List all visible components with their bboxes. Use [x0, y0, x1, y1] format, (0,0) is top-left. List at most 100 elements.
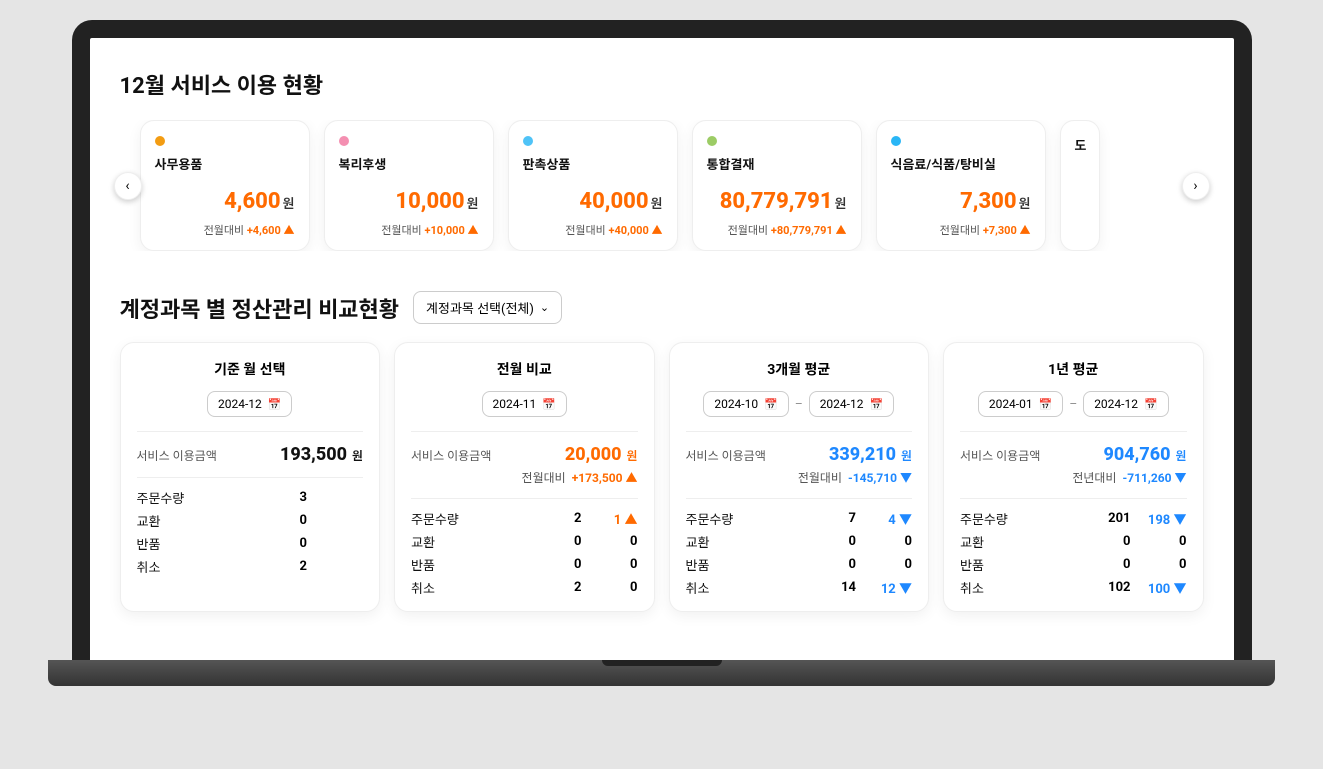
service-delta: 전월대비 +40,000 ▲: [523, 222, 663, 238]
service-card[interactable]: 판촉상품 40,000원 전월대비 +40,000 ▲: [508, 120, 678, 251]
service-name: 복리후생: [339, 154, 479, 173]
amount-label: 서비스 이용금액: [411, 447, 491, 464]
stat-delta: 4 ▼: [856, 509, 912, 528]
amount-delta: 전월대비 -145,710 ▼: [686, 469, 913, 486]
service-delta: 전월대비 +4,600 ▲: [155, 222, 295, 238]
stat-value: 0: [1085, 534, 1131, 549]
stat-delta: 0: [856, 557, 912, 572]
service-name: 통합결재: [707, 154, 847, 173]
stat-row: 주문수량 2 1 ▲: [411, 507, 638, 530]
service-card[interactable]: 식음료/식품/탕비실 7,300원 전월대비 +7,300 ▲: [876, 120, 1046, 251]
carousel-next-button[interactable]: ›: [1182, 172, 1210, 200]
stat-row: 교환 0: [137, 509, 364, 532]
service-amount: 10,000원: [339, 189, 479, 214]
comparison-card: 3개월 평균 2024-10 📅 – 2024-12 📅 서비스 이용금액 33…: [669, 342, 930, 612]
laptop-frame: 12월 서비스 이용 현황 ‹ 사무용품 4,600원 전월대비 +4,600 …: [72, 20, 1252, 686]
select-label: 계정과목 선택(전체): [426, 298, 534, 317]
stat-label: 주문수량: [137, 488, 262, 507]
stat-row: 반품 0 0: [411, 553, 638, 576]
date-picker[interactable]: 2024-12 📅: [207, 391, 292, 417]
stat-label: 취소: [960, 578, 1085, 597]
date-picker-end[interactable]: 2024-12 📅: [1083, 391, 1168, 417]
stat-value: 0: [536, 534, 582, 549]
service-amount: 7,300원: [891, 189, 1031, 214]
stat-row: 반품 0 0: [960, 553, 1187, 576]
service-amount: 4,600원: [155, 189, 295, 214]
stat-delta: 0: [1131, 557, 1187, 572]
calendar-icon: 📅: [1144, 398, 1158, 411]
comparison-title: 1년 평균: [960, 359, 1187, 379]
category-dot-icon: [707, 136, 717, 146]
service-name: 판촉상품: [523, 154, 663, 173]
calendar-icon: 📅: [764, 398, 778, 411]
comparison-card: 기준 월 선택 2024-12 📅 서비스 이용금액 193,500 원 주문수…: [120, 342, 381, 612]
service-card[interactable]: 복리후생 10,000원 전월대비 +10,000 ▲: [324, 120, 494, 251]
stat-value: 2: [536, 511, 582, 526]
service-card[interactable]: 사무용품 4,600원 전월대비 +4,600 ▲: [140, 120, 310, 251]
stat-row: 반품 0: [137, 532, 364, 555]
stat-delta: 12 ▼: [856, 578, 912, 597]
amount-label: 서비스 이용금액: [137, 447, 217, 464]
stat-row: 취소 102 100 ▼: [960, 576, 1187, 599]
comparison-title: 전월 비교: [411, 359, 638, 379]
stat-delta: 0: [582, 557, 638, 572]
stat-value: 2: [536, 580, 582, 595]
amount-value: 20,000 원: [565, 444, 638, 465]
stat-label: 교환: [411, 532, 536, 551]
category-dot-icon: [155, 136, 165, 146]
service-card[interactable]: 통합결재 80,779,791원 전월대비 +80,779,791 ▲: [692, 120, 862, 251]
stat-label: 주문수량: [960, 509, 1085, 528]
service-delta: 전월대비 +10,000 ▲: [339, 222, 479, 238]
category-dot-icon: [339, 136, 349, 146]
chevron-down-icon: ⌄: [540, 301, 549, 314]
stat-row: 취소 2: [137, 555, 364, 578]
date-picker[interactable]: 2024-11 📅: [482, 391, 567, 417]
account-category-select[interactable]: 계정과목 선택(전체) ⌄: [413, 291, 562, 324]
calendar-icon: 📅: [542, 398, 556, 411]
date-picker-start[interactable]: 2024-10 📅: [703, 391, 788, 417]
carousel-prev-button[interactable]: ‹: [114, 172, 142, 200]
service-card-peek[interactable]: 도: [1060, 120, 1100, 251]
calendar-icon: 📅: [1039, 398, 1053, 411]
stat-delta: 100 ▼: [1131, 578, 1187, 597]
section1-title: 12월 서비스 이용 현황: [120, 68, 1204, 100]
service-name: 사무용품: [155, 154, 295, 173]
stat-label: 반품: [960, 555, 1085, 574]
amount-label: 서비스 이용금액: [960, 447, 1040, 464]
stat-value: 0: [810, 557, 856, 572]
stat-label: 주문수량: [411, 509, 536, 528]
amount-value: 339,210 원: [829, 444, 912, 465]
stat-delta: 0: [856, 534, 912, 549]
stat-row: 교환 0 0: [411, 530, 638, 553]
laptop-keyboard: [48, 660, 1275, 686]
stat-label: 교환: [960, 532, 1085, 551]
stat-label: 교환: [137, 511, 262, 530]
stat-label: 교환: [686, 532, 811, 551]
date-picker-end[interactable]: 2024-12 📅: [809, 391, 894, 417]
stat-delta: 1 ▲: [582, 509, 638, 528]
stat-label: 취소: [686, 578, 811, 597]
stat-row: 주문수량 3: [137, 486, 364, 509]
amount-delta: 전월대비 +173,500 ▲: [411, 469, 638, 486]
category-dot-icon: [523, 136, 533, 146]
stat-value: 7: [810, 511, 856, 526]
stat-row: 취소 2 0: [411, 576, 638, 599]
comparison-card: 1년 평균 2024-01 📅 – 2024-12 📅 서비스 이용금액 904…: [943, 342, 1204, 612]
stat-delta: 198 ▼: [1131, 509, 1187, 528]
stat-delta: 0: [1131, 534, 1187, 549]
comparison-card: 전월 비교 2024-11 📅 서비스 이용금액 20,000 원 전월대비 +…: [394, 342, 655, 612]
stat-row: 주문수량 201 198 ▼: [960, 507, 1187, 530]
stat-label: 반품: [686, 555, 811, 574]
stat-value: 102: [1085, 580, 1131, 595]
divider: [411, 498, 638, 499]
stat-value: 0: [810, 534, 856, 549]
stat-label: 주문수량: [686, 509, 811, 528]
stat-row: 주문수량 7 4 ▼: [686, 507, 913, 530]
service-name: 도: [1075, 135, 1099, 154]
amount-delta: 전년대비 -711,260 ▼: [960, 469, 1187, 486]
stat-delta: 0: [582, 534, 638, 549]
stat-row: 교환 0 0: [960, 530, 1187, 553]
date-picker-start[interactable]: 2024-01 📅: [978, 391, 1063, 417]
chevron-right-icon: ›: [1193, 178, 1197, 194]
amount-label: 서비스 이용금액: [686, 447, 766, 464]
